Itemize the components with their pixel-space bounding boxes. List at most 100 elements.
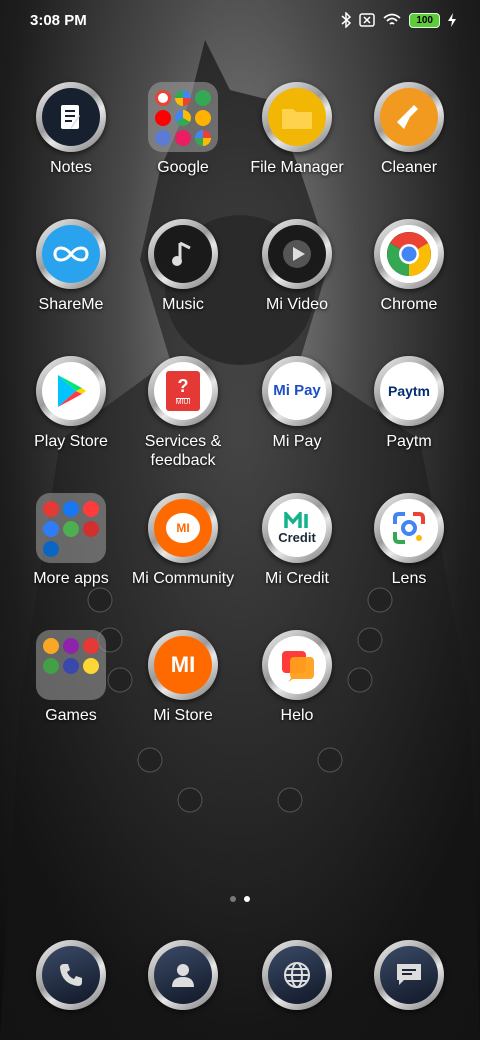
app-label: Games [45,707,97,724]
game-icon [83,658,99,674]
services-icon: ? MIUI [154,362,212,420]
dock-phone[interactable] [14,940,128,1010]
app-label: Google [157,159,209,176]
app-play-store[interactable]: Play Store [14,356,128,451]
status-bar: 3:08 PM 100 [0,0,480,42]
app-label: Chrome [380,296,438,313]
sim-off-icon [359,13,376,27]
app-mi-community[interactable]: MI Mi Community [126,493,240,588]
mi-store-icon-frame: MI [148,630,218,700]
message-icon [380,946,438,1004]
app-lens[interactable]: Lens [352,493,466,588]
app-mini-icon [43,501,59,517]
dock-contacts[interactable] [126,940,240,1010]
bluetooth-icon [341,12,352,28]
photos-icon [195,110,211,126]
app-label: File Manager [250,159,344,176]
shareme-icon-frame [36,219,106,289]
app-services-feedback[interactable]: ? MIUI Services & feedback [126,356,240,470]
app-row-4: More apps MI Mi Community Credit Mi Cred… [0,493,480,630]
paytm-icon: Paytm [380,362,438,420]
app-mini-icon [43,521,59,537]
mi-community-icon: MI [154,499,212,557]
app-row-2: ShareMe Music Mi Video Chrome [0,219,480,356]
app-shareme[interactable]: ShareMe [14,219,128,314]
linkedin-icon [43,541,59,557]
app-file-manager[interactable]: File Manager [240,82,354,177]
game-icon [43,638,59,654]
gmail-icon [155,90,171,106]
mi-credit-icon-frame: Credit [262,493,332,563]
app-paytm[interactable]: Paytm Paytm [352,356,466,451]
app-mi-credit[interactable]: Credit Mi Credit [240,493,354,588]
mi-store-icon: MI [154,636,212,694]
duo-icon [155,130,171,146]
credit-text: Credit [278,529,316,545]
app-label: ShareMe [38,296,104,313]
app-label: Cleaner [380,159,438,176]
mi-community-icon-frame: MI [148,493,218,563]
dock-browser[interactable] [240,940,354,1010]
app-label: Mi Store [153,707,213,724]
lens-icon [380,499,438,557]
youtube-icon [155,110,171,126]
mi-credit-icon: Credit [268,499,326,557]
page-indicator [0,896,480,902]
app-label: Mi Video [266,296,328,313]
app-mi-store[interactable]: MI Mi Store [126,630,240,725]
app-label: Services & feedback [144,433,222,469]
services-card: ? MIUI [166,371,200,411]
app-row-3: Play Store ? MIUI Services & feedback Mi… [0,356,480,493]
file-manager-icon-frame [262,82,332,152]
charging-icon [448,13,456,27]
dock-browser-frame [262,940,332,1010]
cleaner-icon-frame [374,82,444,152]
app-helo[interactable]: Helo [240,630,354,725]
page-dot-active[interactable] [244,896,250,902]
question-mark-icon: ? [177,375,189,396]
broom-icon [380,88,438,146]
app-label: Mi Community [131,570,235,587]
page-dot[interactable] [230,896,236,902]
maps-icon [195,90,211,106]
battery-icon: 100 [409,12,440,28]
drive-icon [175,110,191,126]
app-row-5: Games MI Mi Store Helo [0,630,480,767]
helo-icon [268,636,326,694]
google-folder [148,82,218,152]
app-more-apps-folder[interactable]: More apps [14,493,128,588]
globe-icon [268,946,326,1004]
mi-pay-icon-frame: Mi Pay [262,356,332,426]
meet-icon [175,130,191,146]
folder-icon [268,88,326,146]
app-chrome[interactable]: Chrome [352,219,466,314]
paytm-icon-frame: Paytm [374,356,444,426]
app-label: Music [162,296,204,313]
wifi-icon [383,13,401,25]
app-mi-pay[interactable]: Mi Pay Mi Pay [240,356,354,451]
services-icon-frame: ? MIUI [148,356,218,426]
more-apps-folder [36,493,106,563]
app-mi-video[interactable]: Mi Video [240,219,354,314]
app-games-folder[interactable]: Games [14,630,128,725]
app-notes[interactable]: Notes [14,82,128,177]
play-store-icon [42,362,100,420]
dock-contacts-frame [148,940,218,1010]
helo-icon-frame [262,630,332,700]
game-icon [43,658,59,674]
wps-icon [83,501,99,517]
infinity-icon [42,225,100,283]
app-google-folder[interactable]: Google [126,82,240,177]
notes-icon-frame [36,82,106,152]
app-music[interactable]: Music [126,219,240,314]
dock [0,940,480,1012]
dock-messages[interactable] [352,940,466,1010]
app-label: Mi Pay [272,433,322,450]
app-label: Mi Credit [264,570,329,587]
app-cleaner[interactable]: Cleaner [352,82,466,177]
mi-video-icon-frame [262,219,332,289]
dock-phone-frame [36,940,106,1010]
app-mini-icon [63,521,79,537]
notes-icon [42,88,100,146]
dock-messages-frame [374,940,444,1010]
